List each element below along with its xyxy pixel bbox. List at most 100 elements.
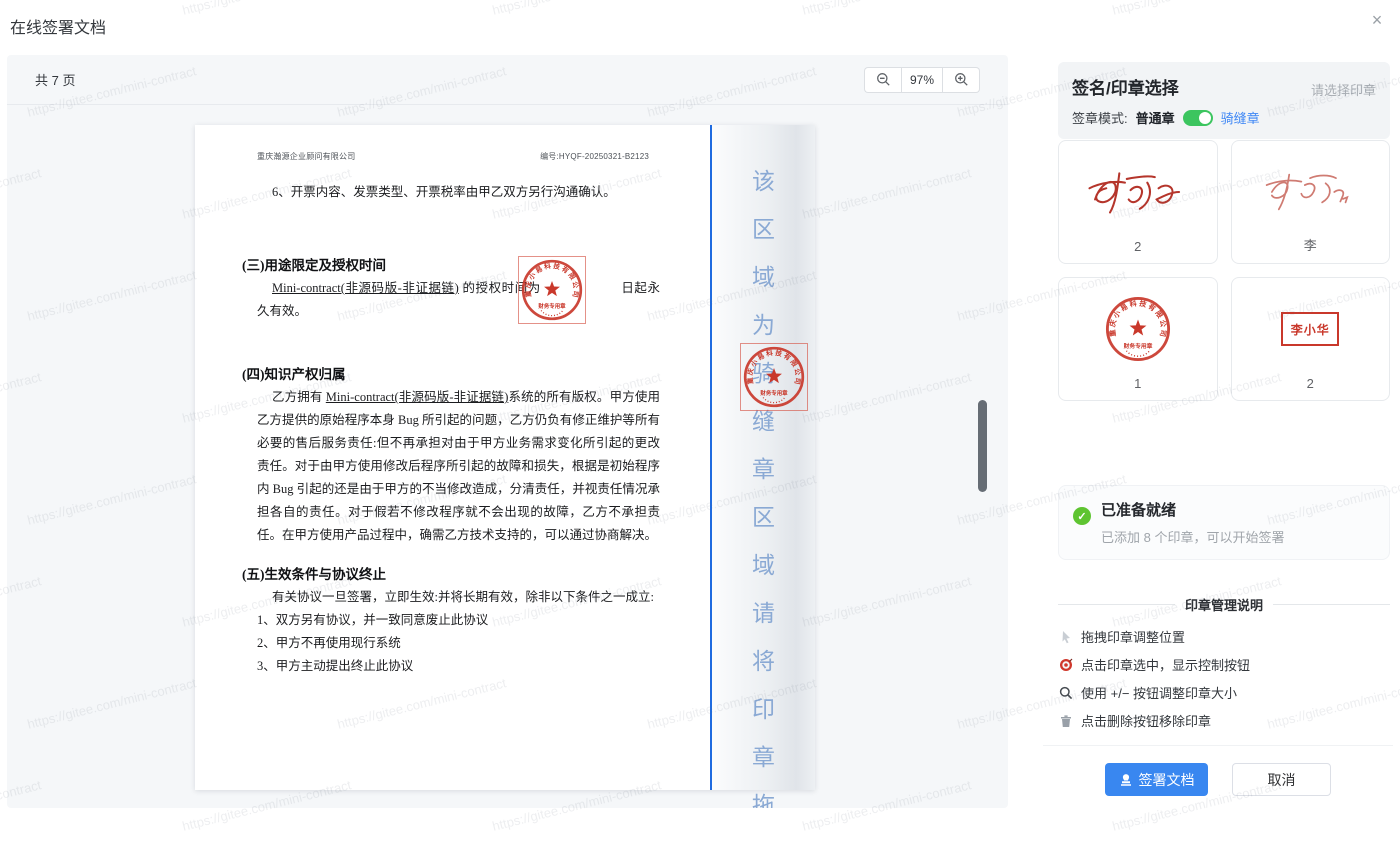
svg-text:财务专用章: 财务专用章: [537, 302, 566, 310]
seal-card[interactable]: 李: [1230, 140, 1390, 264]
seal-preview: 李小华: [1232, 288, 1390, 370]
svg-text:重庆小易科技有限公司: 重庆小易科技有限公司: [523, 261, 580, 300]
document-section-heading: (四)知识产权归属: [242, 367, 346, 382]
seal-card-grid: 2 李 重庆小易科技有限公司 财务专用章 1 李小华 2: [1058, 140, 1390, 401]
seal-card[interactable]: 重庆小易科技有限公司 财务专用章 1: [1058, 277, 1218, 401]
target-icon: [1058, 657, 1073, 672]
seam-hint-char: 印: [752, 696, 775, 722]
seal-mode-toggle[interactable]: [1182, 109, 1213, 126]
document-header: 重庆瀚源企业顾问有限公司 编号:HYQF-20250321-B2123: [257, 151, 649, 162]
mode-label: 签章模式:: [1072, 111, 1128, 126]
document-auth-line: Mini-contract(非源码版-非证据链) 的授权时间为 日起永久有效。: [257, 281, 660, 318]
trash-icon: [1058, 713, 1073, 728]
sidebar-title: 签名/印章选择: [1072, 79, 1179, 98]
pdf-viewer: 共 7 页 97% 重庆瀚源企业顾问有限公司 编号:HYQF-20250321-…: [7, 55, 1008, 808]
signature-image: [1088, 172, 1180, 214]
document-section-heading: (五)生效条件与协议终止: [242, 567, 386, 582]
document-section-heading: (三)用途限定及授权时间: [242, 258, 386, 273]
sign-button-label: 签署文档: [1138, 771, 1195, 788]
document-paragraph: 乙方拥有 Mini-contract(非源码版-非证据链)系统的所有版权。甲方使…: [257, 390, 660, 542]
divider: [1058, 604, 1175, 605]
svg-text:财务专用章: 财务专用章: [1122, 342, 1152, 350]
sidebar-footer: 签署文档 取消: [1043, 745, 1393, 809]
seam-divider-line: [710, 125, 712, 790]
seam-hint-char: 请: [752, 600, 775, 626]
zoom-controls: 97%: [864, 66, 980, 93]
help-title: 印章管理说明: [1185, 598, 1264, 613]
document-list-item: 1、双方另有协议，并一致同意废止此协议: [257, 613, 489, 627]
status-title: 已准备就绪: [1101, 502, 1177, 519]
seam-area[interactable]: 该区域为骑缝章区域请将印章拖放此处: [712, 125, 815, 808]
seam-hint-char: 章: [752, 744, 775, 770]
document-body: 6、开票内容、发票类型、开票税率由甲乙双方另行沟通确认。 (三)用途限定及授权时间…: [242, 181, 660, 678]
magnifier-plus-icon: [954, 73, 968, 86]
seal-preview: [1232, 151, 1390, 233]
watermark-text: https://gitee.com/mini-contract: [181, 0, 353, 18]
zoom-level: 97%: [901, 66, 943, 93]
stamp-icon: [1120, 773, 1131, 786]
watermark-text: https://gitee.com/mini-contract: [491, 0, 663, 18]
cancel-button[interactable]: 取消: [1232, 763, 1331, 796]
viewer-scrollbar[interactable]: [978, 400, 987, 492]
watermark-text: https://gitee.com/mini-contract: [801, 0, 973, 18]
svg-text:重庆小易科技有限公司: 重庆小易科技有限公司: [745, 348, 802, 387]
check-circle-icon: ✓: [1073, 507, 1091, 525]
watermark-text: https://gitee.com/mini-contract: [1111, 0, 1283, 18]
help-item-text: 点击删除按钮移除印章: [1081, 714, 1212, 729]
magnifier-icon: [1058, 685, 1073, 700]
close-icon[interactable]: ×: [1366, 10, 1388, 32]
seam-hint-text: 该区域为骑缝章区域请将印章拖放此处: [712, 162, 815, 808]
drag-icon: [1058, 629, 1073, 644]
seal-card-label: 1: [1134, 376, 1142, 391]
seal-help-section: 印章管理说明 拖拽印章调整位置点击印章选中，显示控制按钮 使用 +/− 按钮调整印…: [1058, 595, 1391, 730]
document-company: 重庆瀚源企业顾问有限公司: [257, 152, 356, 161]
divider: [1273, 604, 1391, 605]
document-list-item: 3、甲方主动提出终止此协议: [257, 659, 414, 673]
rect-name-seal: 李小华: [1281, 312, 1340, 346]
seal-preview: 重庆小易科技有限公司 财务专用章: [1059, 288, 1217, 370]
seam-hint-char: 区: [752, 504, 775, 530]
viewer-toolbar: 共 7 页 97%: [7, 55, 1008, 105]
document-list-item: 2、甲方不再使用现行系统: [257, 636, 401, 650]
seam-hint-char: 将: [752, 648, 775, 674]
round-company-seal: 重庆小易科技有限公司 财务专用章: [521, 259, 583, 321]
mode-seam-label: 骑缝章: [1220, 111, 1260, 126]
document-page: 重庆瀚源企业顾问有限公司 编号:HYQF-20250321-B2123 6、开票…: [195, 125, 815, 808]
help-item: 拖拽印章调整位置: [1058, 627, 1390, 646]
help-item-text: 使用 +/− 按钮调整印章大小: [1081, 686, 1238, 701]
help-item-text: 拖拽印章调整位置: [1081, 630, 1186, 645]
online-sign-dialog: 在线签署文档 × 共 7 页 97% 重庆瀚源企业顾问有限公司 编号:HYQF-…: [0, 0, 1400, 865]
seal-card-label: 2: [1306, 376, 1314, 391]
page-count-label: 共 7 页: [35, 73, 76, 88]
document-paragraph: 6、开票内容、发票类型、开票税率由甲乙双方另行沟通确认。: [272, 185, 616, 199]
placed-seal-document[interactable]: 重庆小易科技有限公司 财务专用章: [518, 256, 586, 324]
placed-seal-seam[interactable]: 重庆小易科技有限公司 财务专用章: [740, 343, 808, 411]
help-item: 点击删除按钮移除印章: [1058, 711, 1390, 730]
document-paragraph: 有关协议一旦签署，立即生效:并将长期有效，除非以下条件之一成立:: [272, 590, 654, 604]
seam-hint-char: 区: [752, 216, 775, 242]
signature-image: [1266, 173, 1349, 211]
page-title: 在线签署文档: [10, 20, 107, 37]
round-company-seal: 重庆小易科技有限公司 财务专用章: [1105, 296, 1170, 362]
seam-hint-char: 域: [752, 552, 775, 578]
help-item-text: 点击印章选中，显示控制按钮: [1081, 658, 1251, 673]
seam-hint-char: 拖: [752, 792, 775, 808]
document-number: 编号:HYQF-20250321-B2123: [540, 152, 649, 161]
seal-card[interactable]: 李小华 2: [1230, 277, 1390, 401]
ready-status: ✓ 已准备就绪 已添加 8 个印章，可以开始签署: [1058, 485, 1390, 560]
zoom-in-button[interactable]: [943, 66, 980, 93]
select-seal-hint: 请选择印章: [1310, 83, 1376, 98]
zoom-out-button[interactable]: [864, 66, 901, 93]
toggle-knob: [1198, 111, 1211, 124]
sidebar-header: 签名/印章选择 请选择印章 签章模式: 普通章 骑缝章: [1058, 62, 1390, 139]
help-item: 使用 +/− 按钮调整印章大小: [1058, 683, 1390, 702]
svg-text:财务专用章: 财务专用章: [759, 389, 788, 397]
sign-document-button[interactable]: 签署文档: [1105, 763, 1208, 796]
round-company-seal: 重庆小易科技有限公司 财务专用章: [743, 346, 805, 408]
seam-hint-char: 该: [752, 168, 775, 194]
help-item: 点击印章选中，显示控制按钮: [1058, 655, 1390, 674]
magnifier-minus-icon: [876, 73, 890, 86]
seal-card[interactable]: 2: [1058, 140, 1218, 264]
seal-preview: [1059, 151, 1217, 233]
seam-hint-char: 为: [752, 312, 775, 338]
